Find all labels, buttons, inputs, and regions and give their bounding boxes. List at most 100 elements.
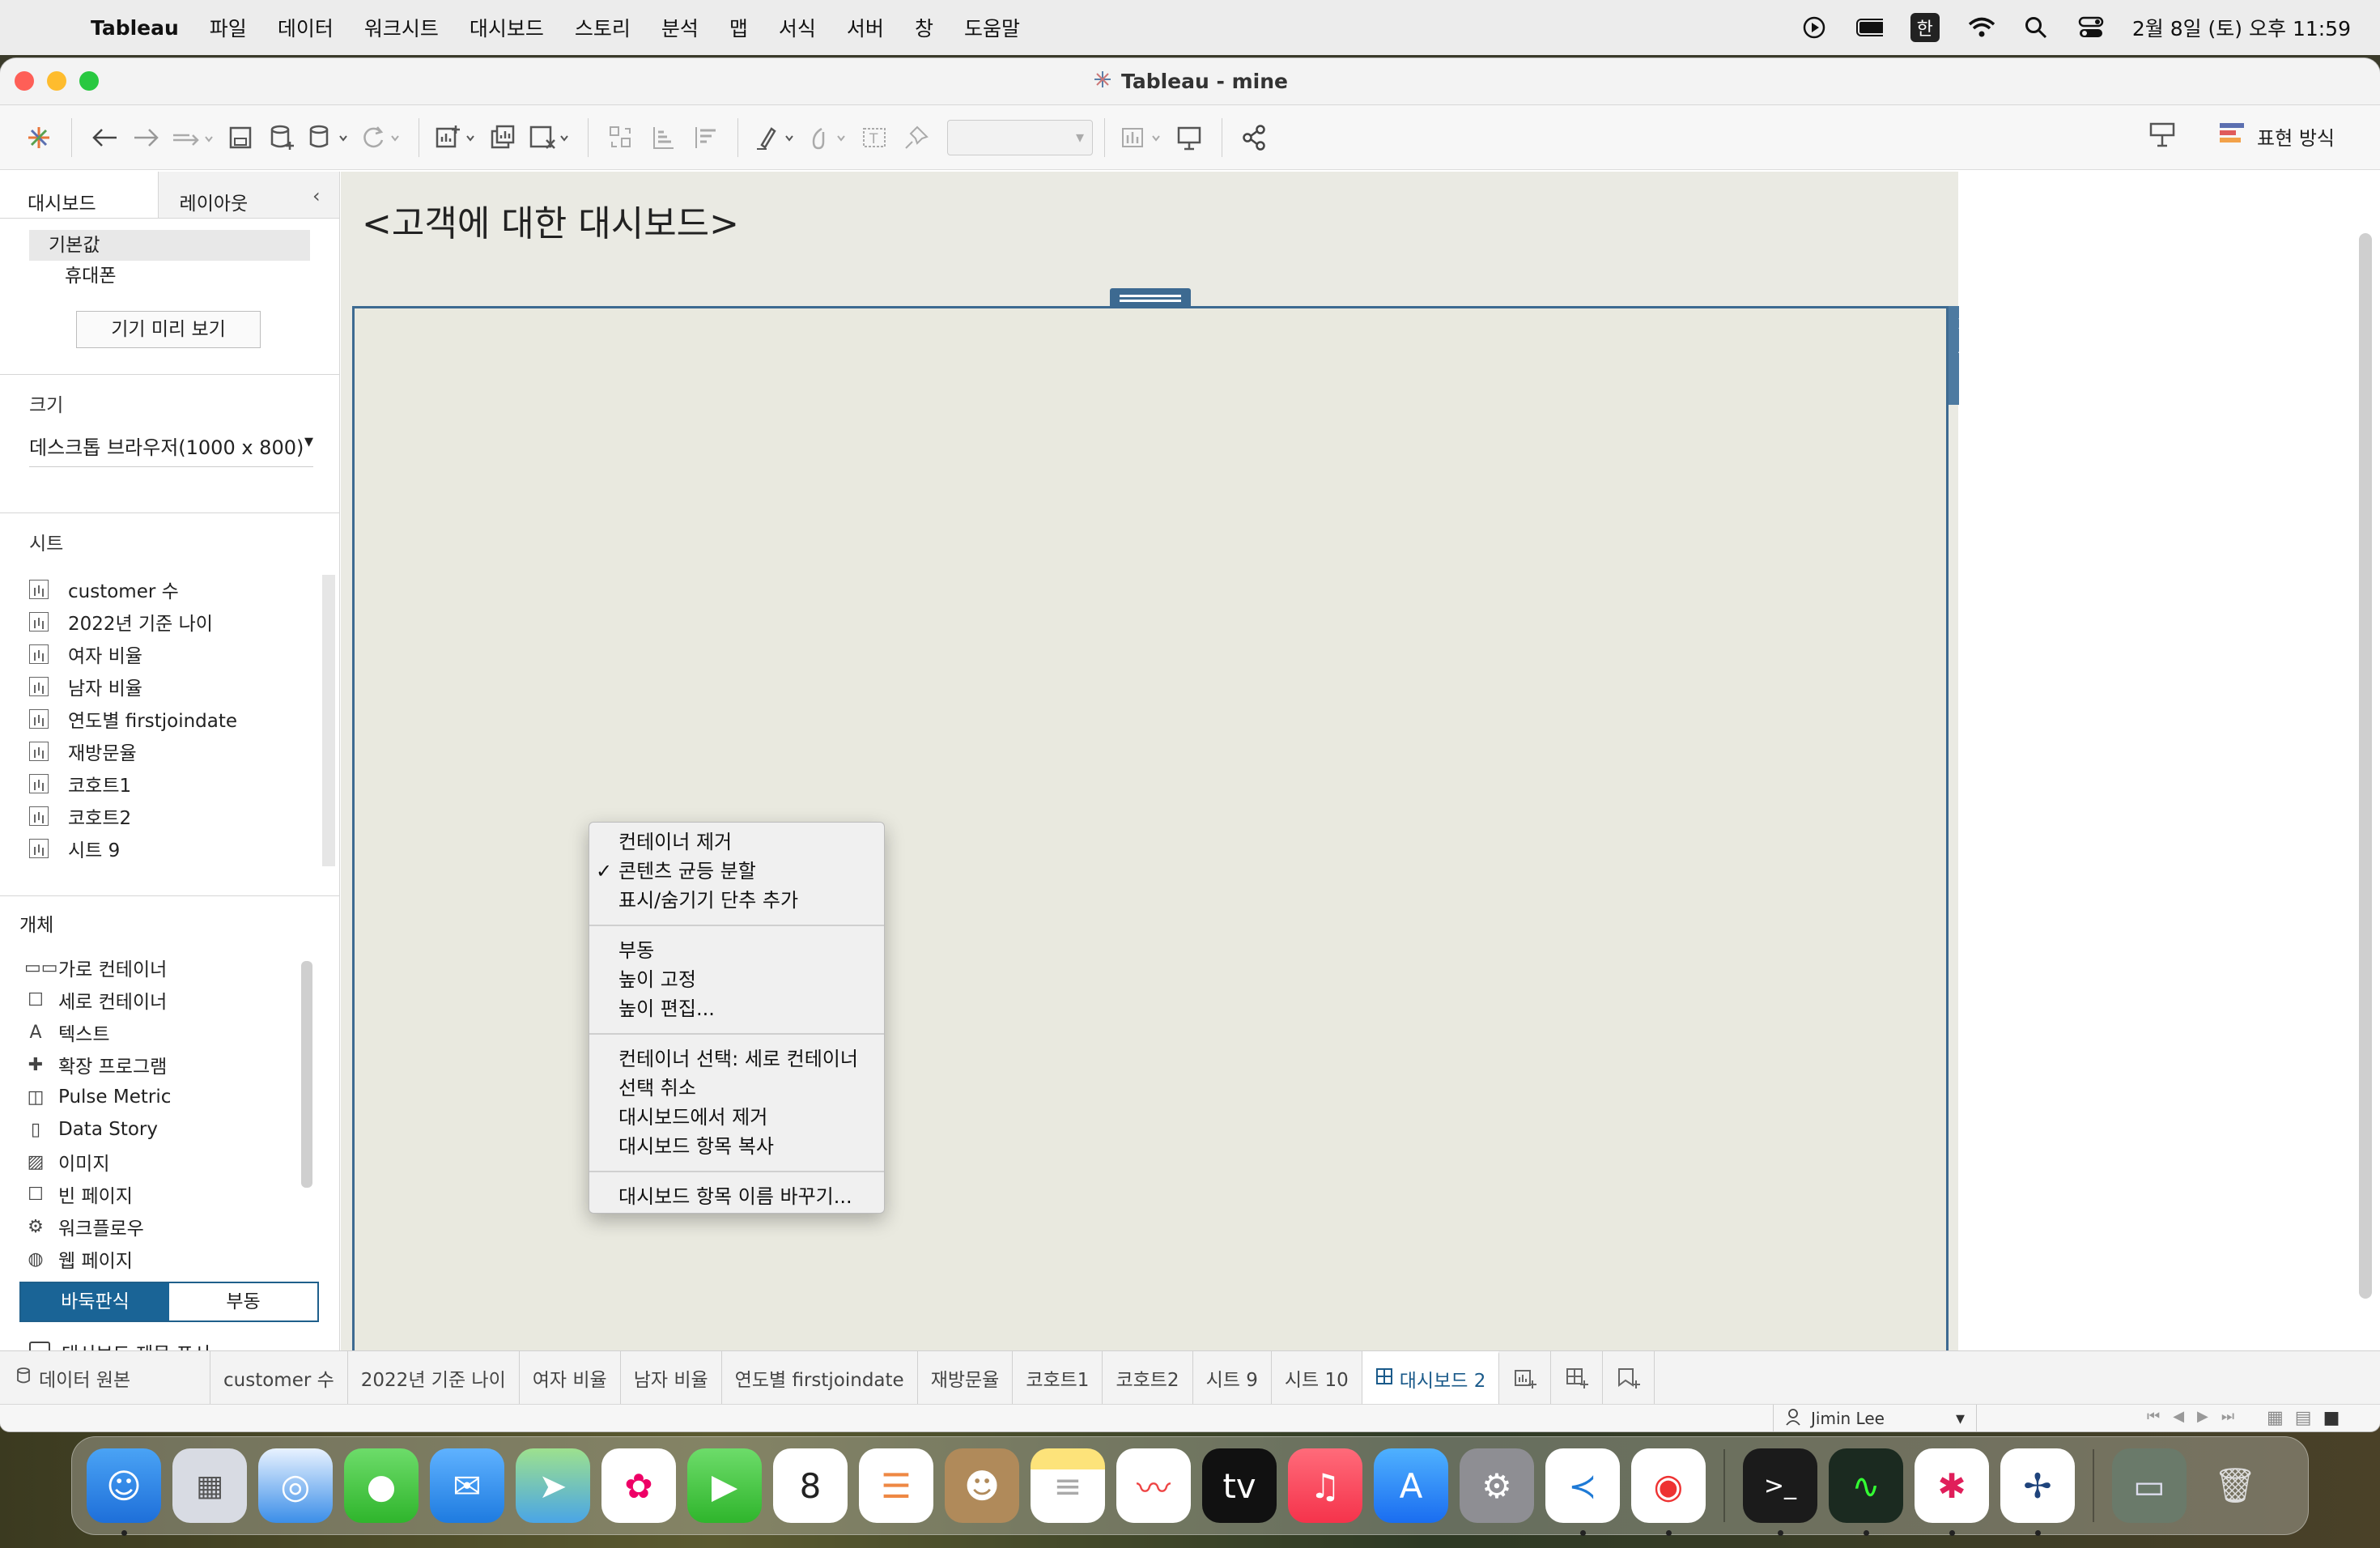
floating-button[interactable]: 부동 bbox=[169, 1283, 317, 1320]
sheet-item[interactable]: 코호트2 bbox=[29, 800, 339, 832]
tableau-logo-icon[interactable] bbox=[18, 117, 60, 159]
finder-icon[interactable]: ☺ bbox=[87, 1448, 161, 1536]
save-icon[interactable] bbox=[219, 117, 261, 159]
new-worksheet-tab-icon[interactable] bbox=[1499, 1351, 1552, 1404]
highlight-icon[interactable] bbox=[750, 117, 801, 159]
tab-sheet[interactable]: 재방문율 bbox=[918, 1351, 1014, 1404]
clear-sheet-icon[interactable] bbox=[525, 117, 576, 159]
menu-server[interactable]: 서버 bbox=[847, 13, 884, 42]
menu-data[interactable]: 데이터 bbox=[278, 13, 334, 42]
sheet-item[interactable]: 남자 비율 bbox=[29, 670, 339, 703]
collapse-panel-icon[interactable]: ‹ bbox=[312, 185, 321, 207]
tab-sheet[interactable]: 시트 9 bbox=[1193, 1351, 1272, 1404]
downloads-stack-icon[interactable]: ▭ bbox=[2112, 1448, 2187, 1523]
wifi-icon[interactable] bbox=[1967, 14, 1995, 41]
menu-remove-container[interactable]: 컨테이너 제거 bbox=[589, 827, 884, 857]
sheet-item[interactable]: 재방문율 bbox=[29, 735, 339, 768]
sort-ascending-icon[interactable] bbox=[642, 117, 684, 159]
maps-icon[interactable]: ➤ bbox=[516, 1448, 590, 1523]
menu-floating[interactable]: 부동 bbox=[589, 936, 884, 965]
tiled-button[interactable]: 바둑판식 bbox=[21, 1283, 169, 1320]
battery-icon[interactable] bbox=[1855, 14, 1883, 41]
device-preview-button[interactable]: 기기 미리 보기 bbox=[76, 311, 261, 348]
object-extension[interactable]: ✚ 확장 프로그램 bbox=[24, 1048, 339, 1081]
menu-format[interactable]: 서식 bbox=[779, 13, 816, 42]
tableau-dock-icon[interactable]: ✢ bbox=[2000, 1448, 2075, 1536]
tab-sheet[interactable]: 여자 비율 bbox=[520, 1351, 621, 1404]
messages-icon[interactable]: ● bbox=[344, 1448, 419, 1523]
object-pulse-metric[interactable]: ◫ Pulse Metric bbox=[24, 1081, 339, 1113]
sheet-item[interactable]: customer 수 bbox=[29, 573, 339, 606]
tab-sheet[interactable]: 2022년 기준 나이 bbox=[348, 1351, 520, 1404]
control-center-icon[interactable] bbox=[2077, 14, 2105, 41]
object-workflow[interactable]: ⚙ 워크플로우 bbox=[24, 1210, 339, 1243]
menu-distribute-evenly[interactable]: ✓ 콘텐츠 균등 분할 bbox=[589, 857, 884, 886]
vscode-icon[interactable]: ≺ bbox=[1545, 1448, 1620, 1536]
notes-icon[interactable]: ≡ bbox=[1031, 1448, 1105, 1523]
menu-copy-item[interactable]: 대시보드 항목 복사 bbox=[589, 1132, 884, 1161]
clock[interactable]: 2월 8일 (토) 오후 11:59 bbox=[2132, 13, 2351, 42]
input-method-badge[interactable]: 한 bbox=[1910, 13, 1940, 42]
tab-sheet[interactable]: 코호트2 bbox=[1103, 1351, 1193, 1404]
menu-edit-height[interactable]: 높이 편집... bbox=[589, 994, 884, 1023]
new-story-tab-icon[interactable] bbox=[1603, 1351, 1655, 1404]
chrome-icon[interactable]: ◉ bbox=[1631, 1448, 1706, 1536]
tab-sheet[interactable]: 시트 10 bbox=[1272, 1351, 1362, 1404]
size-select[interactable]: 데스크톱 브라우저(1000 x 800) bbox=[29, 432, 313, 467]
object-data-story[interactable]: ▯ Data Story bbox=[24, 1113, 339, 1146]
minimize-window-button[interactable] bbox=[47, 71, 66, 91]
device-phone[interactable]: 휴대폰 bbox=[29, 261, 310, 291]
menu-window[interactable]: 창 bbox=[915, 13, 933, 42]
previous-sheet-icon[interactable]: ◀ bbox=[2173, 1408, 2184, 1425]
tooltip-pane-icon[interactable] bbox=[2148, 120, 2176, 152]
object-image[interactable]: ▨ 이미지 bbox=[24, 1146, 339, 1178]
mail-icon[interactable]: ✉ bbox=[430, 1448, 504, 1523]
sheet-item[interactable]: 여자 비율 bbox=[29, 638, 339, 670]
pin-icon[interactable] bbox=[895, 117, 937, 159]
tab-sheet[interactable]: 코호트1 bbox=[1013, 1351, 1103, 1404]
first-sheet-icon[interactable]: ⏮ bbox=[2147, 1408, 2160, 1425]
appletv-icon[interactable]: tv bbox=[1202, 1448, 1277, 1523]
show-cards-icon[interactable] bbox=[1116, 117, 1168, 159]
sheet-item[interactable]: 연도별 firstjoindate bbox=[29, 703, 339, 735]
canvas-scrollbar[interactable] bbox=[2359, 233, 2372, 1299]
duplicate-sheet-icon[interactable] bbox=[482, 117, 525, 159]
menu-remove-from-dashboard[interactable]: 대시보드에서 제거 bbox=[589, 1103, 884, 1132]
next-sheet-icon[interactable]: ▶ bbox=[2197, 1408, 2208, 1425]
user-menu[interactable]: Jimin Lee bbox=[1773, 1405, 1977, 1431]
menu-rename-item[interactable]: 대시보드 항목 이름 바꾸기... bbox=[589, 1182, 884, 1211]
filmstrip-icon[interactable]: ▤ bbox=[2295, 1408, 2312, 1428]
new-data-source-icon[interactable] bbox=[261, 117, 304, 159]
container-drag-handle[interactable] bbox=[1110, 288, 1191, 308]
launchpad-icon[interactable]: ▦ bbox=[172, 1448, 247, 1523]
menu-analysis[interactable]: 분석 bbox=[661, 13, 699, 42]
search-icon[interactable] bbox=[2022, 14, 2050, 41]
menu-fix-height[interactable]: 높이 고정 bbox=[589, 965, 884, 994]
menu-add-show-hide-button[interactable]: 표시/숨기기 단추 추가 bbox=[589, 886, 884, 915]
menu-select-container[interactable]: 컨테이너 선택: 세로 컨테이너 bbox=[589, 1044, 884, 1074]
group-icon[interactable] bbox=[801, 117, 853, 159]
zoom-window-button[interactable] bbox=[79, 71, 99, 91]
play-icon[interactable] bbox=[1800, 14, 1828, 41]
reminders-icon[interactable]: ☰ bbox=[859, 1448, 933, 1523]
tab-data-source[interactable]: 데이터 원본 bbox=[0, 1351, 210, 1404]
photos-icon[interactable]: ✿ bbox=[601, 1448, 676, 1523]
calendar-icon[interactable]: 8 bbox=[773, 1448, 848, 1523]
object-vertical-container[interactable]: ☐ 세로 컨테이너 bbox=[24, 984, 339, 1016]
terminal-icon[interactable]: >_ bbox=[1743, 1448, 1817, 1536]
freeform-icon[interactable]: 〰 bbox=[1116, 1448, 1191, 1523]
safari-icon[interactable]: ◎ bbox=[258, 1448, 333, 1523]
presentation-mode-icon[interactable] bbox=[1168, 117, 1210, 159]
menu-deselect[interactable]: 선택 취소 bbox=[589, 1074, 884, 1103]
contacts-icon[interactable]: ☻ bbox=[945, 1448, 1019, 1523]
object-list-scrollbar[interactable] bbox=[301, 961, 312, 1188]
sheet-sorter-icon[interactable]: ▦ bbox=[2267, 1408, 2284, 1428]
share-icon[interactable] bbox=[1234, 117, 1276, 159]
pause-data-icon[interactable] bbox=[304, 117, 355, 159]
redo-icon[interactable] bbox=[125, 117, 168, 159]
swap-icon[interactable] bbox=[600, 117, 642, 159]
menu-story[interactable]: 스토리 bbox=[575, 13, 631, 42]
labels-icon[interactable]: T bbox=[853, 117, 895, 159]
object-blank[interactable]: ☐ 빈 페이지 bbox=[24, 1178, 339, 1210]
replay-icon[interactable] bbox=[168, 117, 219, 159]
